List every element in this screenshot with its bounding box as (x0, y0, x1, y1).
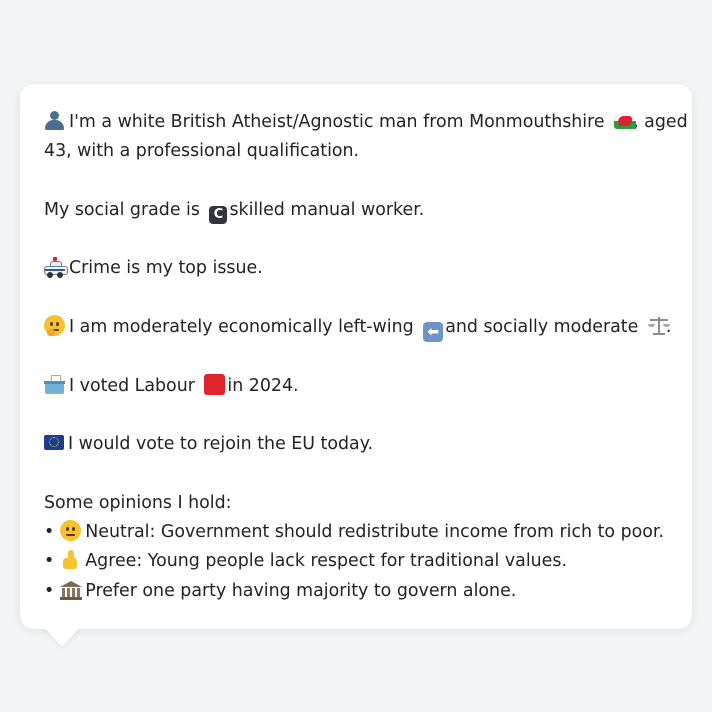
police-car-icon (44, 256, 68, 279)
social-grade-prefix: My social grade is (44, 199, 200, 220)
page: I'm a white British Atheist/Agnostic man… (0, 0, 712, 712)
wales-flag-icon (614, 113, 637, 129)
opinion-text: Agree: Young people lack respect for tra… (85, 551, 567, 572)
ideology-text-2: and socially moderate (445, 317, 639, 338)
top-issue-line: Crime is my top issue. (44, 254, 668, 283)
opinion-text: Neutral: Government should redistribute … (85, 522, 664, 543)
top-issue-text: Crime is my top issue. (69, 258, 263, 279)
person-silhouette-icon (44, 110, 65, 131)
bullet: • (44, 580, 55, 601)
bubble-tail (44, 627, 80, 647)
ideology-text-1: I am moderately economically left-wing (69, 317, 414, 338)
list-item: • Prefer one party having majority to gov… (44, 577, 668, 606)
bullet: • (44, 522, 55, 543)
intro-line-2: 43, with a professional qualification. (44, 141, 360, 162)
bullet: • (44, 551, 55, 572)
social-grade-line: My social grade is Cskilled manual worke… (44, 196, 668, 225)
eu-flag-icon (44, 435, 64, 451)
thinking-face-icon (44, 315, 65, 337)
ideology-line: I am moderately economically left-wing ⬅… (44, 313, 671, 343)
neutral-face-icon (60, 520, 82, 542)
vote-line: I voted Labour in 2024. (44, 372, 668, 401)
ballot-box-icon (44, 374, 65, 395)
intro-text-after-flag: , aged (633, 112, 688, 132)
social-grade-suffix: skilled manual worker. (229, 199, 425, 220)
opinion-text: Prefer one party having majority to gove… (85, 580, 517, 601)
balance-scale-icon (647, 315, 670, 336)
vote-text-1: I voted Labour (69, 375, 195, 396)
intro-line: I'm a white British Atheist/Agnostic man… (44, 108, 688, 137)
eu-text: I would vote to rejoin the EU today. (68, 434, 374, 455)
message-bubble: I'm a white British Atheist/Agnostic man… (20, 84, 692, 629)
classical-building-icon (60, 579, 83, 600)
intro-text: I'm a white British Atheist/Agnostic man… (69, 112, 605, 132)
c-badge-icon: C (209, 205, 228, 224)
list-item: • Agree: Young people lack respect for tr… (44, 547, 668, 576)
left-arrow-icon: ⬅ (423, 322, 444, 343)
vote-text-2: in 2024. (227, 375, 299, 396)
eu-line: I would vote to rejoin the EU today. (44, 430, 668, 459)
red-square-icon (204, 373, 226, 395)
list-item: • Neutral: Government should redistribute… (44, 518, 668, 547)
opinions-heading: Some opinions I hold: (44, 492, 232, 513)
thumbs-up-icon (60, 549, 81, 570)
